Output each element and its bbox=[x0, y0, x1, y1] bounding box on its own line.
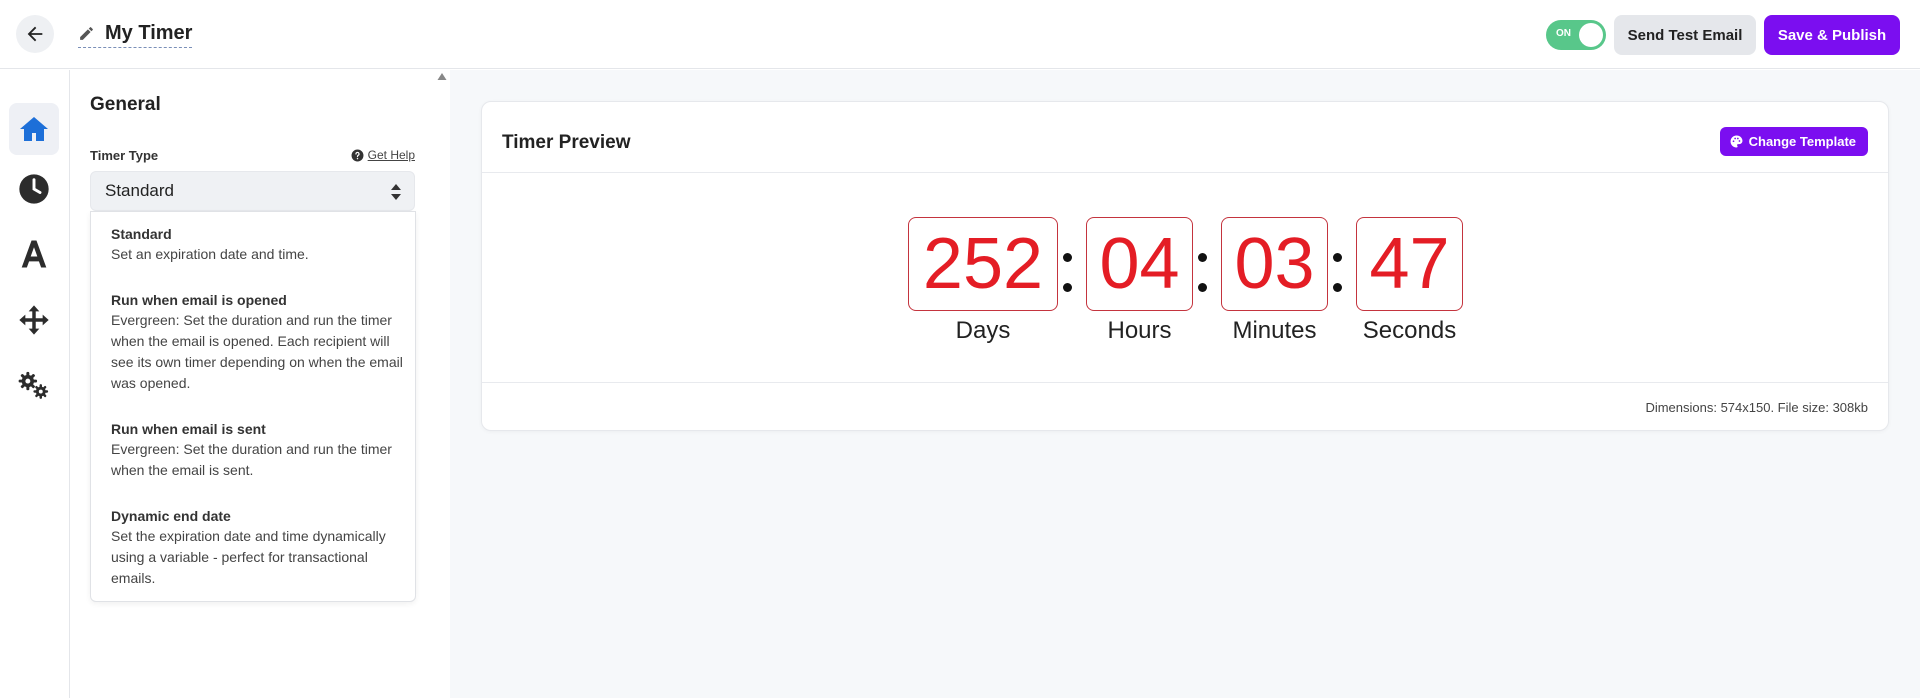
option-run-when-opened[interactable]: Run when email is opened Evergreen: Set … bbox=[111, 290, 411, 394]
toggle-knob bbox=[1579, 23, 1603, 47]
option-desc: Evergreen: Set the duration and run the … bbox=[111, 441, 392, 478]
nav-item-general[interactable] bbox=[9, 103, 59, 155]
clock-icon bbox=[19, 174, 49, 204]
change-template-label: Change Template bbox=[1748, 134, 1856, 149]
palette-icon bbox=[1730, 135, 1743, 148]
option-desc: Set an expiration date and time. bbox=[111, 246, 309, 262]
change-template-button[interactable]: Change Template bbox=[1719, 127, 1868, 156]
option-desc: Set the expiration date and time dynamic… bbox=[111, 528, 386, 586]
send-test-email-button[interactable]: Send Test Email bbox=[1614, 15, 1756, 55]
minutes-label: Minutes bbox=[1232, 317, 1317, 344]
timer-type-select[interactable]: Standard bbox=[90, 171, 415, 211]
left-nav bbox=[0, 70, 70, 698]
back-button[interactable] bbox=[16, 15, 54, 53]
scroll-up-arrow-icon[interactable] bbox=[437, 72, 447, 82]
page-title: My Timer bbox=[105, 22, 193, 44]
publish-toggle[interactable]: ON bbox=[1546, 20, 1606, 50]
home-icon bbox=[20, 117, 48, 141]
minutes-value: 03 bbox=[1221, 217, 1328, 311]
get-help-link[interactable]: Get Help bbox=[351, 148, 415, 162]
colon-separator bbox=[1331, 220, 1343, 300]
timer-preview-card: Timer Preview Change Template 252 04 03 … bbox=[481, 101, 1889, 431]
move-icon bbox=[19, 305, 49, 335]
option-title: Run when email is opened bbox=[111, 292, 287, 308]
timer-type-selected: Standard bbox=[105, 181, 174, 200]
nav-item-text[interactable] bbox=[9, 228, 59, 280]
card-footer: Dimensions: 574x150. File size: 308kb bbox=[482, 382, 1888, 432]
card-title: Timer Preview bbox=[502, 132, 631, 153]
option-title: Dynamic end date bbox=[111, 508, 231, 524]
arrow-left-icon bbox=[27, 26, 43, 42]
nav-item-advanced[interactable] bbox=[9, 360, 59, 412]
seconds-value: 47 bbox=[1356, 217, 1463, 311]
nav-item-position[interactable] bbox=[9, 294, 59, 346]
nav-item-timing[interactable] bbox=[9, 163, 59, 215]
hours-value: 04 bbox=[1086, 217, 1193, 311]
option-dynamic-end-date[interactable]: Dynamic end date Set the expiration date… bbox=[111, 506, 411, 589]
settings-panel: General Timer Type Get Help Standard Sta… bbox=[70, 70, 450, 698]
panel-title: General bbox=[90, 94, 161, 115]
sort-arrows-icon bbox=[391, 184, 401, 200]
option-run-when-sent[interactable]: Run when email is sent Evergreen: Set th… bbox=[111, 419, 411, 481]
top-header: My Timer ON Send Test Email Save & Publi… bbox=[0, 0, 1920, 69]
option-desc: Evergreen: Set the duration and run the … bbox=[111, 312, 403, 391]
gears-icon bbox=[18, 371, 49, 399]
seconds-label: Seconds bbox=[1362, 317, 1457, 344]
timer-title-editable[interactable]: My Timer bbox=[78, 22, 193, 48]
hours-label: Hours bbox=[1107, 317, 1172, 344]
card-header: Timer Preview Change Template bbox=[482, 102, 1888, 173]
colon-separator bbox=[1196, 220, 1208, 300]
question-circle-icon bbox=[351, 149, 364, 161]
option-title: Standard bbox=[111, 226, 172, 242]
get-help-label: Get Help bbox=[367, 148, 415, 162]
option-standard[interactable]: Standard Set an expiration date and time… bbox=[111, 224, 411, 265]
colon-separator bbox=[1061, 220, 1073, 300]
days-label: Days bbox=[955, 317, 1011, 344]
timer-type-dropdown: Standard Set an expiration date and time… bbox=[90, 211, 416, 602]
font-icon bbox=[21, 240, 47, 268]
option-title: Run when email is sent bbox=[111, 421, 266, 437]
pencil-icon bbox=[80, 27, 93, 40]
days-value: 252 bbox=[908, 217, 1058, 311]
dimensions-info: Dimensions: 574x150. File size: 308kb bbox=[1645, 400, 1868, 415]
timer-type-label: Timer Type bbox=[90, 148, 159, 163]
save-publish-button[interactable]: Save & Publish bbox=[1764, 15, 1900, 55]
toggle-label: ON bbox=[1556, 28, 1571, 39]
